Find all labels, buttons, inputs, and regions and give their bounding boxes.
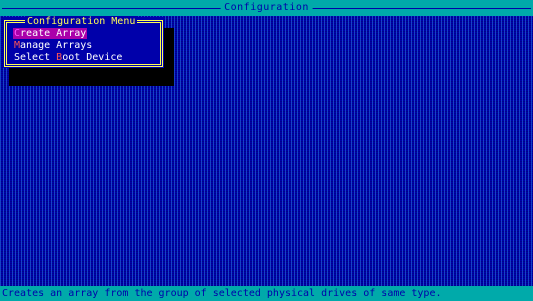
configuration-menu: Configuration Menu Create Array Manage A… [3,16,164,68]
title-bar: Configuration [0,0,533,16]
menu-item-label: reate Array [20,28,87,39]
menu-item-manage-arrays[interactable]: Manage Arrays [13,40,93,51]
status-bar: Creates an array from the group of selec… [0,286,533,301]
menu-item-create-array[interactable]: Create Array [13,28,88,39]
menu-item-label: anage Arrays [20,40,93,51]
screen-title: Configuration [220,2,313,14]
status-help-text: Creates an array from the group of selec… [2,288,442,299]
menu-title: Configuration Menu [25,16,138,28]
menu-item-prefix: Select [14,52,57,63]
menu-item-label: oot Device [62,52,123,63]
menu-item-select-boot-device[interactable]: Select Boot Device [13,52,123,63]
bios-screen: Configuration Configuration Menu Create … [0,0,533,301]
